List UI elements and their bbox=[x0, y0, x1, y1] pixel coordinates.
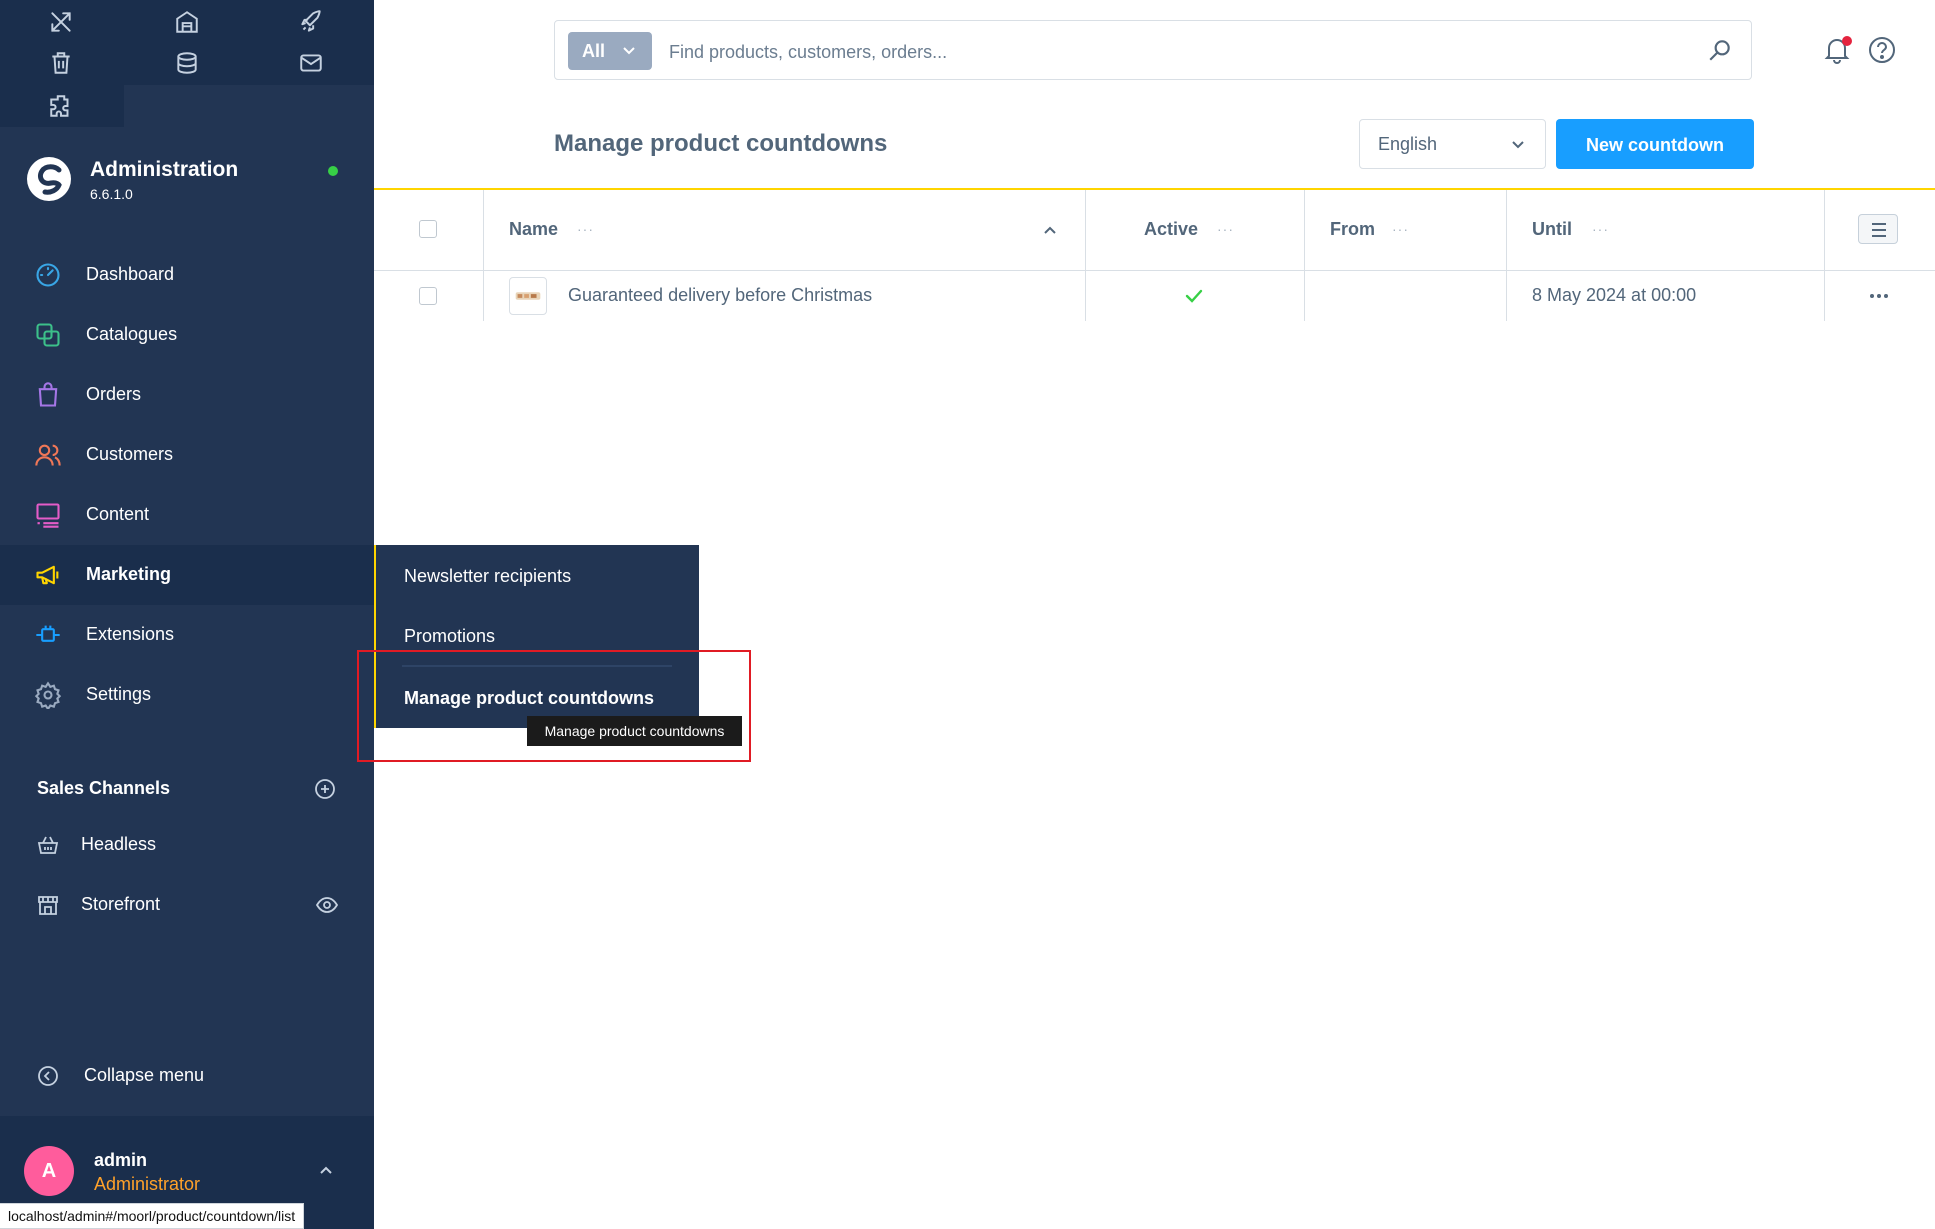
search-icon[interactable] bbox=[1707, 37, 1733, 63]
storefront-icon bbox=[36, 893, 60, 917]
chevron-up-icon[interactable] bbox=[318, 1164, 334, 1176]
nav-item-marketing[interactable]: Marketing bbox=[0, 545, 374, 605]
column-options-from[interactable]: ··· bbox=[1392, 221, 1409, 237]
column-header-name[interactable]: Name bbox=[509, 219, 558, 240]
search-input[interactable] bbox=[667, 33, 1671, 71]
shopping-bag-icon bbox=[34, 381, 62, 409]
column-header-from[interactable]: From bbox=[1330, 219, 1375, 240]
row-checkbox[interactable] bbox=[419, 287, 437, 305]
column-options-name[interactable]: ··· bbox=[577, 221, 594, 237]
nav-item-label: Extensions bbox=[86, 624, 175, 644]
collapse-menu-label: Collapse menu bbox=[84, 1065, 205, 1085]
chevron-down-icon bbox=[1511, 139, 1525, 151]
collapse-menu-button[interactable]: Collapse menu bbox=[36, 1062, 336, 1092]
gear-icon bbox=[34, 681, 62, 709]
nav-item-label: Dashboard bbox=[86, 264, 175, 284]
brand-title: Administration bbox=[90, 158, 239, 181]
sales-channel-label: Headless bbox=[81, 834, 157, 854]
nav-item-customers[interactable]: Customers bbox=[0, 425, 374, 485]
language-select-value: English bbox=[1378, 134, 1438, 154]
sales-channel-label: Storefront bbox=[81, 894, 161, 914]
highlight-box bbox=[357, 650, 751, 762]
rocket-icon[interactable] bbox=[298, 9, 324, 35]
nav-item-orders[interactable]: Orders bbox=[0, 365, 374, 425]
megaphone-icon bbox=[34, 561, 62, 589]
grid-settings-button[interactable] bbox=[1858, 214, 1898, 244]
row-actions-icon[interactable] bbox=[1867, 289, 1891, 303]
notification-badge bbox=[1842, 36, 1852, 46]
search-type-dropdown[interactable]: All bbox=[568, 32, 652, 70]
nav-item-label: Customers bbox=[86, 444, 174, 464]
global-search: All bbox=[554, 20, 1752, 80]
nav-item-label: Marketing bbox=[86, 564, 172, 584]
tools-icon[interactable] bbox=[48, 9, 74, 35]
eye-icon[interactable] bbox=[315, 896, 339, 914]
catalogue-icon bbox=[34, 321, 62, 349]
nav-item-settings[interactable]: Settings bbox=[0, 665, 374, 725]
database-icon[interactable] bbox=[174, 50, 200, 76]
gauge-icon bbox=[34, 261, 62, 289]
row-name[interactable]: Guaranteed delivery before Christmas bbox=[568, 285, 872, 306]
page-title: Manage product countdowns bbox=[554, 130, 888, 157]
row-until: 8 May 2024 at 00:00 bbox=[1532, 285, 1697, 305]
chevron-down-icon bbox=[622, 45, 636, 57]
chevron-left-circle-icon bbox=[36, 1064, 60, 1088]
trash-icon[interactable] bbox=[48, 50, 74, 76]
new-countdown-button[interactable]: New countdown bbox=[1556, 119, 1754, 169]
nav-item-content[interactable]: Content bbox=[0, 485, 374, 545]
column-header-until[interactable]: Until bbox=[1532, 219, 1572, 240]
language-select[interactable]: English bbox=[1359, 119, 1546, 169]
add-sales-channel-icon[interactable] bbox=[314, 778, 336, 800]
nav-item-label: Catalogues bbox=[86, 324, 178, 344]
content-icon bbox=[34, 501, 62, 529]
nav-item-dashboard[interactable]: Dashboard bbox=[0, 245, 374, 305]
sales-channels-title: Sales Channels bbox=[37, 778, 171, 798]
sort-ascending-icon[interactable] bbox=[1043, 225, 1057, 235]
nav-item-label: Orders bbox=[86, 384, 142, 404]
mail-icon[interactable] bbox=[298, 50, 324, 76]
brand: Administration 6.6.1.0 bbox=[26, 156, 356, 216]
nav-item-catalogues[interactable]: Catalogues bbox=[0, 305, 374, 365]
nav-item-extensions[interactable]: Extensions bbox=[0, 605, 374, 665]
nav-item-label: Content bbox=[86, 504, 150, 524]
warehouse-icon[interactable] bbox=[174, 9, 200, 35]
column-options-active[interactable]: ··· bbox=[1217, 221, 1234, 237]
column-header-active[interactable]: Active bbox=[1144, 219, 1198, 240]
sales-channel-storefront[interactable]: Storefront bbox=[0, 877, 374, 933]
search-type-label: All bbox=[582, 41, 606, 61]
flyout-item-promotions[interactable]: Promotions bbox=[404, 626, 495, 647]
flyout-item-newsletter-recipients[interactable]: Newsletter recipients bbox=[404, 566, 571, 587]
user-role: Administrator bbox=[94, 1174, 201, 1194]
nav-item-label: Settings bbox=[86, 684, 152, 704]
sales-channel-headless[interactable]: Headless bbox=[0, 817, 374, 873]
select-all-checkbox[interactable] bbox=[419, 220, 437, 238]
plug-icon bbox=[34, 621, 62, 649]
column-options-until[interactable]: ··· bbox=[1592, 221, 1609, 237]
user-name: admin bbox=[94, 1150, 148, 1170]
sidebar: Administration 6.6.1.0 Dashboard Catalog… bbox=[0, 0, 374, 1229]
help-icon[interactable] bbox=[1867, 35, 1897, 65]
brand-version: 6.6.1.0 bbox=[90, 186, 133, 202]
users-icon bbox=[34, 441, 62, 469]
avatar: A bbox=[24, 1146, 74, 1196]
status-bar-url: localhost/admin#/moorl/product/countdown… bbox=[0, 1203, 305, 1229]
puzzle-icon[interactable] bbox=[48, 93, 74, 119]
online-status-indicator bbox=[328, 166, 338, 176]
basket-icon bbox=[36, 833, 60, 857]
product-thumbnail bbox=[509, 277, 547, 315]
shopware-logo-icon bbox=[26, 156, 72, 202]
checkmark-icon bbox=[1185, 289, 1203, 303]
list-icon bbox=[1872, 223, 1886, 237]
